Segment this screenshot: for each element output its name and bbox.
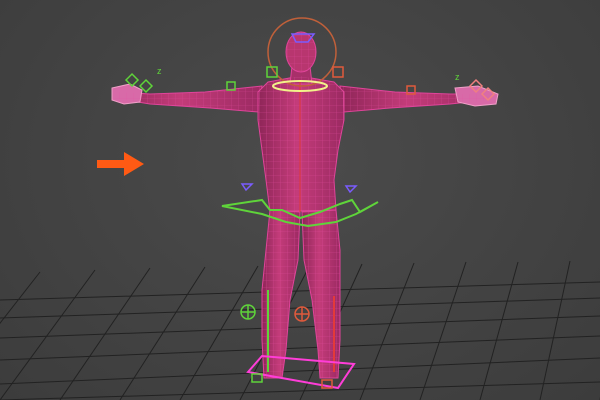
knee-left-control (240, 304, 256, 320)
hip-left-marker (240, 183, 254, 192)
right-shoulder-control (332, 66, 344, 78)
axis-label-left: z (157, 66, 162, 76)
arrow-right-icon (97, 152, 144, 176)
viewport-canvas[interactable]: z z (0, 0, 600, 400)
axis-label-right: z (455, 72, 460, 82)
knee-right-control (294, 306, 310, 322)
character-mesh[interactable] (111, 31, 499, 379)
floor-grid (0, 260, 600, 400)
3d-viewport[interactable]: z z (0, 0, 600, 400)
hip-right-marker (344, 185, 358, 194)
